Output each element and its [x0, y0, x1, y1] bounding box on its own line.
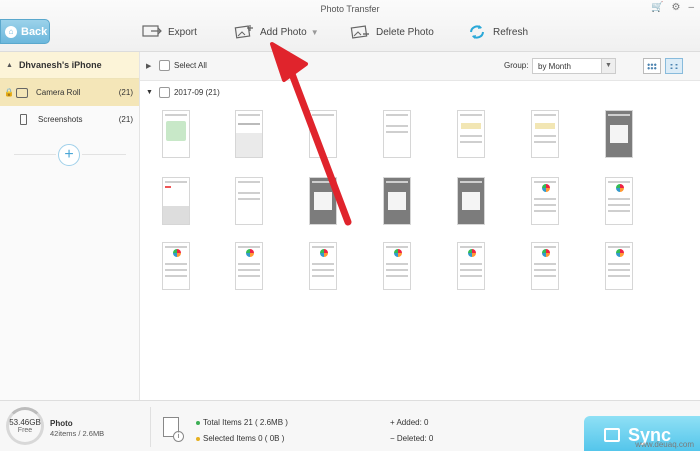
storage-free-label: Free [17, 427, 33, 434]
album-count: (21) [118, 115, 133, 124]
album-label: Camera Roll [36, 88, 81, 97]
photo-thumbnail[interactable] [162, 110, 190, 158]
album-label: Screenshots [38, 115, 83, 124]
photo-thumbnail[interactable] [309, 177, 337, 225]
info-icon[interactable]: i [173, 431, 184, 442]
green-dot-icon [196, 420, 200, 425]
category-title: Photo [50, 419, 73, 428]
settings-icon[interactable]: ⚙ [671, 2, 680, 13]
add-photo-icon [234, 24, 254, 40]
expand-triangle-icon[interactable]: ▶ [146, 62, 151, 70]
added-count: + Added: 0 [390, 418, 429, 427]
device-name: Dhvanesh's iPhone [18, 60, 102, 70]
add-album-button[interactable]: + [58, 144, 80, 166]
lock-icon: 🔒 [4, 88, 14, 97]
date-group-header[interactable]: ▼ 2017-09 (21) [146, 87, 220, 98]
photo-thumbnail[interactable] [235, 242, 263, 290]
export-button[interactable]: Export [142, 24, 197, 40]
divider [150, 407, 151, 447]
home-icon: ⌂ [5, 25, 17, 38]
photo-thumbnail[interactable] [605, 177, 633, 225]
delete-photo-label: Delete Photo [376, 26, 434, 38]
delete-photo-icon [350, 24, 370, 40]
back-button[interactable]: ⌂ Back [0, 19, 50, 44]
photo-thumbnail[interactable] [383, 177, 411, 225]
date-group-checkbox[interactable] [158, 87, 170, 98]
selected-items: Selected Items 0 ( 0B ) [196, 434, 284, 443]
divider [82, 154, 126, 155]
photo-grid: ▼ 2017-09 (21) [140, 82, 700, 400]
filter-bar: ▶ Select All Group: by Month ▼ [140, 52, 700, 81]
camera-icon [16, 87, 28, 98]
photo-thumbnail[interactable] [235, 110, 263, 158]
grid-small-icon [647, 63, 657, 70]
group-label: Group: [504, 61, 529, 70]
yellow-dot-icon [196, 436, 200, 441]
toolbar: Photo Transfer 🛒 ⚙ – ⌂ Back Export Add P… [0, 0, 700, 52]
photo-thumbnail[interactable] [605, 110, 633, 158]
photo-thumbnail[interactable] [162, 177, 190, 225]
sidebar: ▲ Dhvanesh's iPhone 🔒 Camera Roll (21) S… [0, 52, 140, 400]
window-controls: 🛒 ⚙ – [651, 2, 694, 13]
photo-thumbnail[interactable] [457, 177, 485, 225]
photo-thumbnail[interactable] [235, 177, 263, 225]
status-bar: 53.46GB Free Photo 42items / 2.6MB i Tot… [0, 400, 700, 451]
photo-thumbnail[interactable] [531, 177, 559, 225]
photo-thumbnail[interactable] [162, 242, 190, 290]
photo-thumbnail[interactable] [383, 110, 411, 158]
divider [14, 154, 56, 155]
photo-thumbnail[interactable] [457, 242, 485, 290]
grid-large-icon [669, 63, 679, 70]
photo-thumbnail[interactable] [309, 242, 337, 290]
total-items: Total Items 21 ( 2.6MB ) [196, 418, 288, 427]
delete-photo-button[interactable]: Delete Photo [350, 24, 434, 40]
export-label: Export [168, 26, 197, 38]
photo-thumbnail[interactable] [383, 242, 411, 290]
collapse-triangle-icon[interactable]: ▼ [146, 89, 153, 96]
group-value: by Month [538, 62, 571, 71]
select-all-checkbox[interactable] [159, 60, 170, 71]
export-icon [142, 24, 162, 40]
collapse-triangle-icon[interactable]: ▲ [6, 62, 13, 69]
document-icon: i [163, 417, 184, 442]
deleted-count: − Deleted: 0 [390, 434, 434, 443]
add-photo-button[interactable]: Add Photo ▼ [234, 24, 319, 40]
refresh-button[interactable]: Refresh [467, 24, 528, 40]
album-count: (21) [118, 88, 133, 97]
grid-view-button[interactable] [643, 58, 661, 74]
watermark: www.deuaq.com [635, 440, 694, 449]
minimize-icon[interactable]: – [688, 2, 694, 13]
storage-gauge: 53.46GB Free [6, 407, 44, 445]
add-photo-label: Add Photo [260, 26, 307, 38]
window-title: Photo Transfer [320, 4, 380, 14]
category-items: 42items / 2.6MB [50, 429, 105, 438]
back-label: Back [21, 25, 48, 38]
device-header[interactable]: ▲ Dhvanesh's iPhone [0, 52, 139, 79]
select-all-label: Select All [174, 61, 207, 70]
chevron-down-icon: ▼ [601, 59, 615, 73]
photo-thumbnail[interactable] [531, 242, 559, 290]
date-group-label: 2017-09 (21) [173, 88, 220, 97]
sidebar-item-screenshots[interactable]: Screenshots (21) [0, 106, 139, 133]
photo-transfer-app: Photo Transfer 🛒 ⚙ – ⌂ Back Export Add P… [0, 0, 700, 451]
storage-size: 53.46GB [9, 418, 41, 427]
refresh-icon [467, 24, 487, 40]
group-select[interactable]: by Month ▼ [532, 58, 616, 74]
photo-thumbnail[interactable] [605, 242, 633, 290]
cart-icon[interactable]: 🛒 [651, 2, 663, 13]
sidebar-item-camera-roll[interactable]: 🔒 Camera Roll (21) [0, 79, 139, 106]
chevron-down-icon[interactable]: ▼ [311, 28, 319, 37]
photo-thumbnail[interactable] [457, 110, 485, 158]
refresh-label: Refresh [493, 26, 529, 38]
phone-icon [20, 114, 27, 125]
sync-icon [604, 428, 620, 442]
photo-thumbnail[interactable] [531, 110, 559, 158]
large-view-button[interactable] [665, 58, 683, 74]
photo-thumbnail[interactable] [309, 110, 337, 158]
